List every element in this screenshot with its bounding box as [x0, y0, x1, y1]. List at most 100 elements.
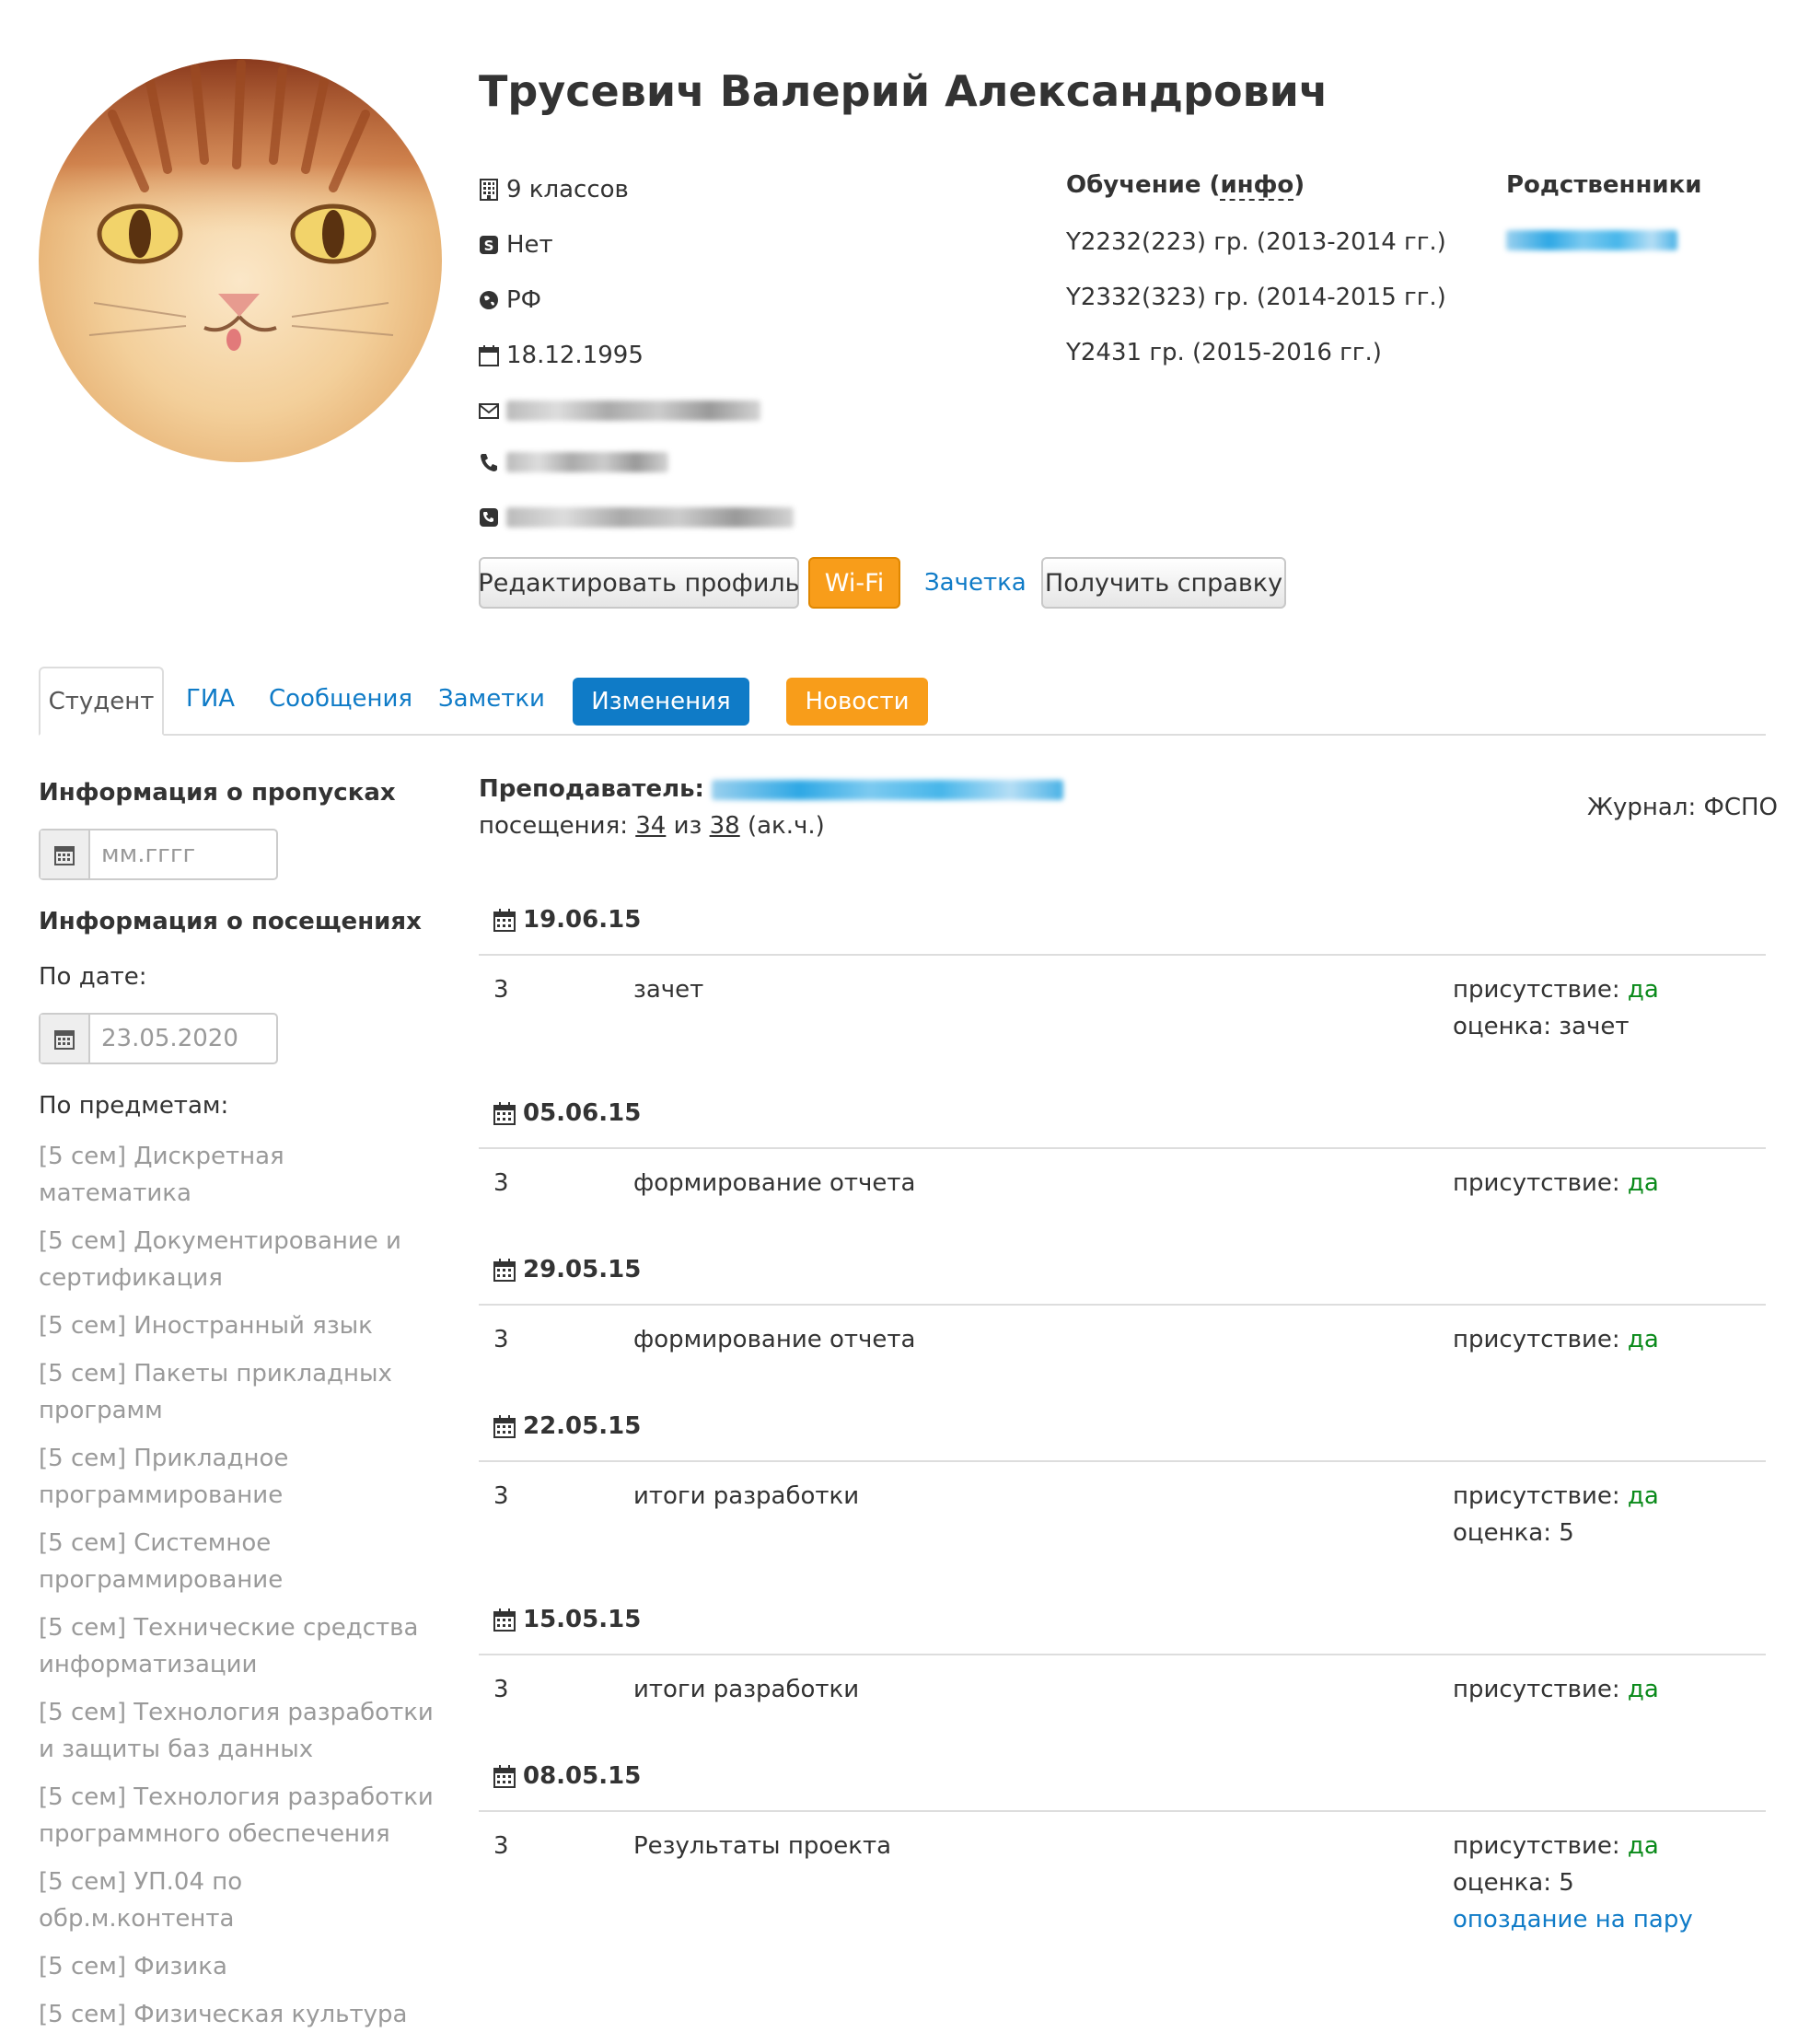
subject-link[interactable]: [5 сем] Технология разработки и защиты б… [39, 1694, 444, 1768]
presence-label: присутствие: [1453, 1326, 1620, 1353]
entry-hours: 3 [493, 1482, 509, 1510]
subject-link[interactable]: [5 сем] Технология разработки программно… [39, 1779, 444, 1852]
visits-date-input[interactable]: 23.05.2020 [90, 1015, 238, 1063]
email-redacted [506, 401, 760, 421]
skype-value: Нет [506, 231, 553, 259]
presence-value: да [1627, 1169, 1659, 1197]
subject-link[interactable]: [5 сем] Иностранный язык [39, 1307, 444, 1344]
presence-label: присутствие: [1453, 976, 1620, 1004]
presence-label: присутствие: [1453, 1169, 1620, 1197]
entry-date-header: 29.05.15 [493, 1256, 641, 1283]
entry-divider [479, 954, 1766, 956]
study-group-1: Y2232(223) гр. (2013-2014 гг.) [1066, 228, 1446, 256]
calendar-icon [493, 1102, 516, 1125]
entry-date-header: 22.05.15 [493, 1412, 641, 1440]
profile-name: Трусевич Валерий Александрович [479, 66, 1328, 116]
education-level: 9 классов [506, 176, 629, 203]
entry-meta: присутствие: да оценка: 5 опоздание на п… [1453, 1828, 1693, 1938]
entry-date-header: 19.06.15 [493, 906, 641, 934]
tab-news[interactable]: Новости [786, 678, 928, 726]
tab-notes[interactable]: Заметки [438, 685, 545, 713]
study-title: Обучение (инфо) [1066, 171, 1305, 201]
subject-link[interactable]: [5 сем] Прикладное программирование [39, 1440, 444, 1514]
visits-label: посещения: [479, 812, 628, 840]
calendar-icon [54, 1030, 75, 1050]
avatar [39, 59, 442, 462]
subject-link[interactable]: [5 сем] Системное программирование [39, 1525, 444, 1598]
phone-alt-row [479, 499, 794, 536]
visits-date-field[interactable]: 23.05.2020 [39, 1013, 278, 1064]
visits-calendar-addon[interactable] [41, 1015, 90, 1063]
calendar-icon [493, 1765, 516, 1788]
visits-done[interactable]: 34 [635, 812, 666, 840]
visits-title: Информация о посещениях [39, 908, 422, 935]
visits-total[interactable]: 38 [710, 812, 740, 840]
presence-value: да [1627, 976, 1659, 1004]
subject-link[interactable]: [5 сем] Физическая культура [39, 1996, 444, 2033]
grade-value: зачет [1559, 1013, 1630, 1040]
calendar-icon [493, 1608, 516, 1632]
entry-divider [479, 1460, 1766, 1462]
edit-profile-button[interactable]: Редактировать профиль [478, 557, 800, 609]
presence-label: присутствие: [1453, 1482, 1620, 1510]
absences-month-field[interactable]: мм.гггг [39, 829, 278, 880]
calendar-icon [493, 1415, 516, 1438]
globe-icon [480, 291, 498, 309]
subject-link[interactable]: [5 сем] Документирование и сертификация [39, 1223, 444, 1296]
entry-topic: итоги разработки [633, 1482, 860, 1510]
entry-divider [479, 1304, 1766, 1306]
get-certificate-button[interactable]: Получить справку [1041, 557, 1286, 609]
entry-meta: присутствие: да [1453, 1321, 1659, 1358]
entry-hours: 3 [493, 1326, 509, 1353]
entry-divider [479, 1810, 1766, 1812]
citizenship-value: РФ [506, 286, 542, 314]
subject-list: [5 сем] Дискретная математика [5 сем] До… [39, 1138, 444, 2044]
tab-changes[interactable]: Изменения [573, 678, 749, 726]
subject-link[interactable]: [5 сем] Пакеты прикладных программ [39, 1355, 444, 1429]
presence-value: да [1627, 1676, 1659, 1703]
calendar-icon [493, 1259, 516, 1282]
entry-date: 08.05.15 [523, 1762, 642, 1790]
presence-label: присутствие: [1453, 1676, 1620, 1703]
birth-date-row: 18.12.1995 [479, 337, 644, 374]
subject-link[interactable]: [5 сем] Технические средства информатиза… [39, 1609, 444, 1683]
entry-date: 05.06.15 [523, 1099, 642, 1127]
subject-link[interactable]: [5 сем] Дискретная математика [39, 1138, 444, 1212]
entry-date-header: 15.05.15 [493, 1606, 641, 1633]
calendar-icon [479, 345, 499, 366]
skype-row: S Нет [479, 226, 553, 263]
entry-hours: 3 [493, 1832, 509, 1860]
entry-topic: итоги разработки [633, 1676, 860, 1703]
study-title-prefix: Обучение ( [1066, 171, 1221, 199]
entry-meta: присутствие: да [1453, 1671, 1659, 1708]
birth-date: 18.12.1995 [506, 342, 644, 369]
phone-square-icon [480, 508, 498, 527]
journal-label: Журнал: ФСПО [1587, 794, 1779, 821]
phone-alt-redacted [506, 507, 794, 528]
study-group-3: Y2431 гр. (2015-2016 гг.) [1066, 339, 1382, 366]
teacher-name-redacted[interactable] [712, 779, 1064, 800]
study-info-link[interactable]: инфо [1220, 171, 1294, 201]
visits-of: из [673, 812, 702, 840]
absences-calendar-addon[interactable] [41, 830, 90, 878]
grade-value: 5 [1559, 1869, 1574, 1897]
email-row [479, 392, 760, 429]
tab-student[interactable]: Студент [39, 667, 164, 736]
absences-month-input[interactable]: мм.гггг [90, 830, 195, 878]
tab-gia[interactable]: ГИА [186, 685, 235, 713]
entry-date: 15.05.15 [523, 1606, 642, 1633]
late-note-link[interactable]: опоздание на пару [1453, 1901, 1693, 1938]
subject-link[interactable]: [5 сем] УП.04 по обр.м.контента [39, 1864, 444, 1937]
entry-topic: формирование отчета [633, 1169, 916, 1197]
entry-hours: 3 [493, 976, 509, 1004]
tabs-divider [39, 734, 1766, 736]
relative-link-redacted[interactable] [1506, 230, 1677, 250]
tab-messages[interactable]: Сообщения [269, 685, 412, 713]
wifi-button[interactable]: Wi-Fi [808, 557, 900, 609]
entry-date: 29.05.15 [523, 1256, 642, 1283]
grade-label: оценка: [1453, 1869, 1551, 1897]
subject-link[interactable]: [5 сем] Физика [39, 1948, 444, 1985]
avatar-cat-image [39, 59, 442, 462]
phone-icon [481, 454, 497, 471]
record-book-link[interactable]: Зачетка [924, 569, 1027, 597]
